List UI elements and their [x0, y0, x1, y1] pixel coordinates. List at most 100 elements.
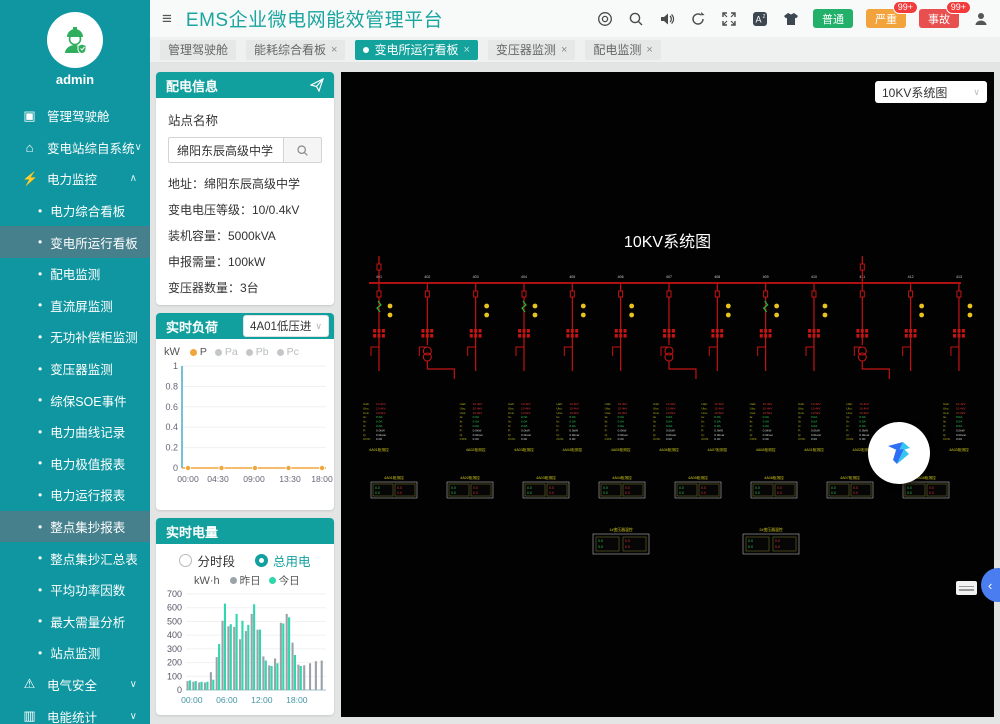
sidebar-item-9[interactable]: •综保SOE事件	[0, 384, 150, 416]
close-icon[interactable]: ×	[646, 44, 652, 56]
sidebar-item-label: 变压器监测	[50, 359, 113, 378]
legend-dot-icon	[190, 349, 197, 356]
svg-text:Uca:: Uca:	[798, 411, 805, 415]
tab-3[interactable]: 变压器监测 ×	[488, 40, 575, 60]
active-dot-icon	[363, 47, 369, 53]
close-icon[interactable]: ×	[561, 44, 567, 56]
fullscreen-icon[interactable]	[720, 10, 738, 28]
legend-item-Pc[interactable]: Pc	[277, 346, 299, 358]
radio-总用电[interactable]: 总用电	[255, 551, 311, 570]
sidebar-item-5[interactable]: •配电监测	[0, 258, 150, 290]
sidebar-item-1[interactable]: ⌂变电站综自系统∨	[0, 132, 150, 164]
svg-text:Uab:: Uab:	[460, 402, 467, 406]
alarm-badge-1[interactable]: 严重99+	[866, 9, 906, 28]
sidebar-item-label: 综保SOE事件	[50, 391, 126, 410]
tab-0[interactable]: 管理驾驶舱	[160, 40, 236, 60]
tab-2[interactable]: 变电所运行看板×	[355, 40, 477, 60]
svg-text:P:: P:	[460, 428, 463, 432]
tab-label: 变压器监测	[496, 41, 556, 58]
svg-text:407: 407	[666, 275, 672, 279]
svg-text:0.0: 0.0	[451, 491, 456, 495]
sidebar-item-16[interactable]: •最大需量分析	[0, 606, 150, 638]
svg-text:10.4kV: 10.4kV	[473, 402, 484, 406]
legend-label: Pa	[225, 346, 238, 358]
diagram-select[interactable]: 10KV系统图 ∨	[875, 81, 987, 103]
svg-text:4A07柜测控: 4A07柜测控	[840, 475, 860, 480]
svg-text:Ubc:: Ubc:	[653, 406, 660, 410]
sidebar-item-label: 无功补偿柜监测	[50, 327, 138, 346]
user-icon[interactable]	[972, 10, 990, 28]
svg-text:2: 2	[763, 14, 766, 20]
legend-item-今日[interactable]: 今日	[269, 573, 300, 588]
svg-text:10.5kV: 10.5kV	[618, 411, 629, 415]
sidebar-item-4[interactable]: •变电所运行看板	[0, 226, 150, 258]
svg-text:Uca:: Uca:	[701, 411, 708, 415]
svg-text:4A03柜测控: 4A03柜测控	[536, 475, 556, 480]
avatar[interactable]	[47, 12, 103, 68]
send-icon[interactable]	[310, 78, 324, 92]
svg-text:405: 405	[569, 275, 575, 279]
legend-item-Pa[interactable]: Pa	[215, 346, 238, 358]
panel-header: 实时电量	[156, 518, 334, 544]
sidebar-item-7[interactable]: •无功补偿柜监测	[0, 321, 150, 353]
sidebar-item-12[interactable]: •电力运行报表	[0, 479, 150, 511]
alarm-badge-0[interactable]: 普通	[813, 9, 853, 28]
tab-4[interactable]: 配电监测×	[585, 40, 660, 60]
svg-text:Ib:: Ib:	[701, 420, 705, 424]
legend-item-P[interactable]: P	[190, 346, 207, 358]
legend-item-Pb[interactable]: Pb	[246, 346, 269, 358]
svg-text:10.4kV: 10.4kV	[956, 402, 967, 406]
svg-text:10.4kV: 10.4kV	[569, 406, 580, 410]
svg-text:0.0: 0.0	[598, 539, 603, 543]
svg-text:P:: P:	[943, 428, 946, 432]
svg-text:0.0: 0.0	[375, 491, 380, 495]
one-line-diagram: 401Uab:10.4kVUbc:10.4kVUca:10.5kVIa:0.0A…	[341, 72, 994, 717]
svg-text:0.0kW: 0.0kW	[521, 428, 530, 432]
alarm-badge-2[interactable]: 事故99+	[919, 9, 959, 28]
sidebar-item-6[interactable]: •直流屏监测	[0, 290, 150, 322]
close-icon[interactable]: ×	[331, 44, 337, 56]
legend-label: 昨日	[240, 573, 261, 588]
svg-text:10.5kV: 10.5kV	[714, 411, 725, 415]
svg-text:Ib:: Ib:	[556, 420, 560, 424]
sidebar-item-11[interactable]: •电力极值报表	[0, 448, 150, 480]
search-icon[interactable]	[627, 10, 645, 28]
translate-icon[interactable]: A2	[751, 10, 769, 28]
sidebar-item-13[interactable]: •整点集抄报表	[0, 511, 150, 543]
refresh-icon[interactable]	[689, 10, 707, 28]
sidebar-item-3[interactable]: •电力综合看板	[0, 195, 150, 227]
tab-1[interactable]: 能耗综合看板×	[246, 40, 345, 60]
sidebar-item-10[interactable]: •电力曲线记录	[0, 416, 150, 448]
sidebar-item-18[interactable]: ⚠电气安全∨	[0, 669, 150, 701]
svg-text:P:: P:	[508, 428, 511, 432]
svg-text:1: 1	[173, 361, 178, 371]
volume-icon[interactable]	[658, 10, 676, 28]
detail-row-2: 装机容量：5000kVA	[168, 227, 322, 244]
svg-text:0.0A: 0.0A	[956, 424, 963, 428]
svg-text:Q:: Q:	[653, 433, 656, 437]
svg-text:P:: P:	[750, 428, 753, 432]
svg-text:Ubc:: Ubc:	[363, 406, 370, 410]
svg-text:COS:: COS:	[701, 437, 709, 441]
station-search-button[interactable]	[284, 137, 322, 163]
record-circle-icon[interactable]	[596, 10, 614, 28]
legend-item-昨日[interactable]: 昨日	[230, 573, 261, 588]
svg-text:Ib:: Ib:	[508, 420, 512, 424]
sidebar-item-0[interactable]: ▣管理驾驶舱	[0, 100, 150, 132]
close-icon[interactable]: ×	[463, 44, 469, 56]
svg-text:COS:: COS:	[363, 437, 371, 441]
detail-row-3: 申报需量：100kW	[168, 253, 322, 270]
svg-text:0.00: 0.00	[618, 437, 624, 441]
sidebar-item-15[interactable]: •平均功率因数	[0, 574, 150, 606]
sidebar-item-17[interactable]: •站点监测	[0, 637, 150, 669]
sidebar-item-19[interactable]: ▥电能统计∨	[0, 700, 150, 724]
hamburger-menu-icon[interactable]: ≡	[162, 9, 172, 29]
sidebar-item-label: 电力极值报表	[50, 454, 125, 473]
sidebar-item-14[interactable]: •整点集抄汇总表	[0, 542, 150, 574]
sidebar-item-8[interactable]: •变压器监测	[0, 353, 150, 385]
station-name-input[interactable]	[168, 137, 284, 163]
theme-shirt-icon[interactable]	[782, 10, 800, 28]
feeder-select[interactable]: 4A01低压进 ∨	[243, 315, 329, 337]
radio-分时段[interactable]: 分时段	[179, 551, 235, 570]
sidebar-item-2[interactable]: ⚡电力监控∧	[0, 163, 150, 195]
